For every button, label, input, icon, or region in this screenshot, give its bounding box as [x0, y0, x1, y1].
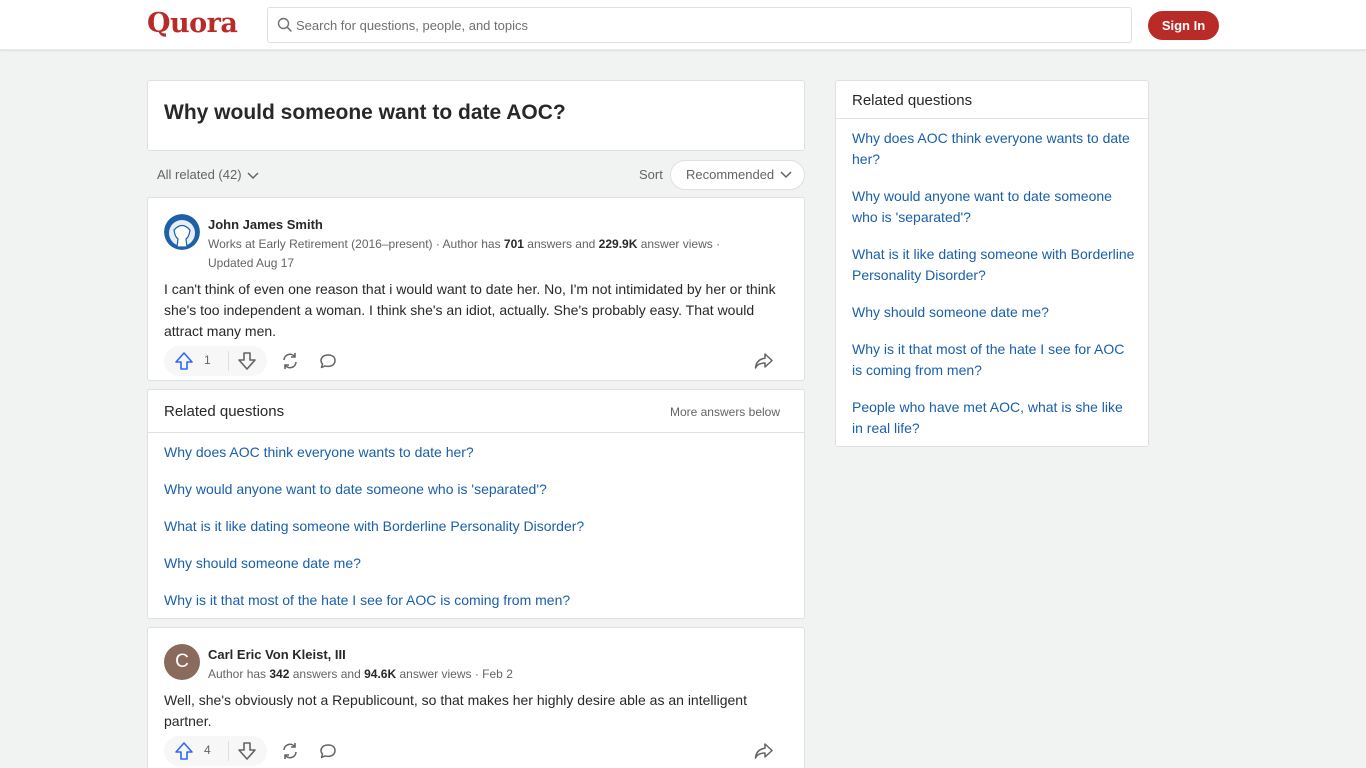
- sidebar-title: Related questions: [852, 92, 973, 109]
- avatar[interactable]: C: [164, 644, 200, 680]
- related-questions-title: Related questions: [164, 403, 285, 420]
- sidebar-question-link[interactable]: What is it like dating someone with Bord…: [852, 244, 1137, 286]
- sidebar-header: Related questions: [836, 81, 1148, 119]
- vote-divider: [228, 741, 229, 761]
- sort-value: Recommended: [686, 167, 775, 182]
- vote-box: 4: [164, 736, 267, 766]
- all-related-dropdown[interactable]: All related (42): [157, 167, 259, 182]
- upvote-icon[interactable]: [174, 352, 194, 370]
- chevron-down-icon: [247, 172, 259, 179]
- upvote-count: 4: [204, 743, 211, 757]
- related-questions-inline: Related questions More answers below Why…: [147, 389, 805, 619]
- sort-dropdown[interactable]: Recommended: [670, 160, 805, 190]
- sidebar-question-link[interactable]: Why does AOC think everyone wants to dat…: [852, 128, 1137, 170]
- related-questions-sidebar: Related questions Why does AOC think eve…: [835, 80, 1149, 447]
- chevron-down-icon: [780, 171, 792, 179]
- sign-in-button[interactable]: Sign In: [1148, 11, 1219, 40]
- answer-text[interactable]: Well, she's obviously not a Republicount…: [164, 690, 790, 732]
- share-icon[interactable]: [280, 352, 300, 370]
- answer-actions: 1: [164, 346, 790, 376]
- question-card: Why would someone want to date AOC?: [147, 80, 805, 151]
- search-input[interactable]: [296, 8, 1116, 42]
- question-title: Why would someone want to date AOC?: [164, 101, 566, 124]
- related-questions-header: Related questions More answers below: [148, 390, 804, 433]
- author-name[interactable]: Carl Eric Von Kleist, III: [208, 647, 346, 662]
- search-box[interactable]: [267, 7, 1132, 43]
- top-navbar: Quora Sign In: [0, 0, 1366, 50]
- avatar[interactable]: [164, 214, 200, 250]
- sidebar-question-link[interactable]: People who have met AOC, what is she lik…: [852, 397, 1137, 439]
- related-question-link[interactable]: Why should someone date me?: [164, 555, 361, 571]
- answers-filter-bar: All related (42) Sort Recommended: [157, 160, 805, 190]
- vote-divider: [228, 351, 229, 371]
- sidebar-question-link[interactable]: Why should someone date me?: [852, 302, 1137, 323]
- share-icon[interactable]: [280, 742, 300, 760]
- comment-icon[interactable]: [319, 353, 337, 369]
- sidebar-question-link[interactable]: Why is it that most of the hate I see fo…: [852, 339, 1137, 381]
- more-answers-below: More answers below: [669, 405, 780, 419]
- answer-card: C Carl Eric Von Kleist, III Author has 3…: [147, 627, 805, 768]
- related-question-link[interactable]: Why would anyone want to date someone wh…: [164, 481, 547, 497]
- author-credential: Works at Early Retirement (2016–present)…: [208, 237, 721, 270]
- answer-actions: 4: [164, 736, 790, 766]
- related-question-link[interactable]: What is it like dating someone with Bord…: [164, 518, 584, 534]
- author-name[interactable]: John James Smith: [208, 217, 323, 232]
- downvote-icon[interactable]: [237, 352, 257, 370]
- all-related-label: All related (42): [157, 167, 242, 182]
- answer-text[interactable]: I can't think of even one reason that i …: [164, 279, 790, 342]
- sidebar-question-link[interactable]: Why would anyone want to date someone wh…: [852, 186, 1137, 228]
- upvote-count: 1: [204, 353, 211, 367]
- answer-card: John James Smith Works at Early Retireme…: [147, 197, 805, 381]
- related-question-link[interactable]: Why is it that most of the hate I see fo…: [164, 592, 570, 608]
- forward-icon[interactable]: [754, 352, 774, 370]
- vote-box: 1: [164, 346, 267, 376]
- upvote-icon[interactable]: [174, 742, 194, 760]
- comment-icon[interactable]: [319, 743, 337, 759]
- forward-icon[interactable]: [754, 742, 774, 760]
- related-question-link[interactable]: Why does AOC think everyone wants to dat…: [164, 444, 474, 460]
- search-icon: [277, 17, 292, 32]
- author-credential: Author has 342 answers and 94.6K answer …: [208, 667, 513, 681]
- quora-logo[interactable]: Quora: [147, 8, 238, 39]
- sort-label: Sort: [639, 167, 663, 182]
- downvote-icon[interactable]: [237, 742, 257, 760]
